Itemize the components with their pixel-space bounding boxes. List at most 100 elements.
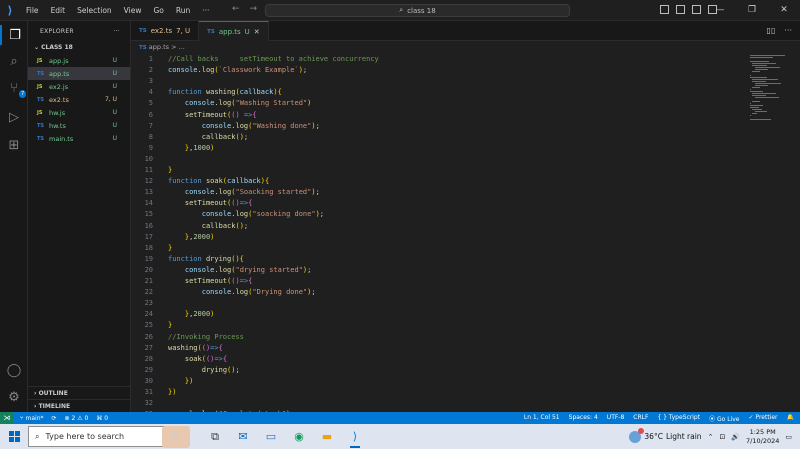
speaker-icon[interactable]: 🔊 [731, 433, 740, 441]
line-number: 4 [148, 88, 153, 97]
tab-app-ts[interactable]: TS app.ts U ✕ [199, 21, 269, 41]
file-item[interactable]: TS ex2.ts 7, U [28, 93, 130, 106]
menu-go[interactable]: Go [147, 0, 169, 21]
forward-arrow-icon[interactable]: → [250, 4, 258, 14]
clock[interactable]: 1:25 PM 7/10/2024 [746, 428, 779, 446]
prettier-status[interactable]: ✓ Prettier [749, 414, 778, 423]
close-tab-icon[interactable]: ✕ [254, 28, 260, 36]
code-text: console.log("soacking done"); [201, 210, 325, 219]
system-tray: 36°C Light rain ⌃ ⊡ 🔊 1:25 PM 7/10/2024 … [629, 427, 800, 446]
network-icon[interactable]: ⊡ [719, 433, 725, 441]
account-icon[interactable]: ◯ [4, 360, 24, 380]
extensions-icon[interactable]: ⊞ [4, 135, 24, 155]
minimap-line [754, 97, 780, 98]
code-line: 24 },2000) [131, 309, 731, 320]
maximize-button[interactable]: ❐ [736, 0, 768, 21]
weather-widget[interactable]: 36°C Light rain [629, 427, 702, 443]
file-item[interactable]: JS app.js U [28, 54, 130, 67]
minimap-line [752, 113, 757, 114]
line-number: 1 [148, 55, 153, 63]
line-number: 30 [144, 376, 153, 385]
weather-temp: 36°C [644, 432, 663, 441]
menu-run[interactable]: Run [170, 0, 196, 21]
code-text: setTimeout(()=>{ [184, 277, 253, 285]
problems-indicator[interactable]: ⊗ 2 ⚠ 0 [65, 415, 89, 422]
code-text: setTimeout(() =>{ [184, 110, 257, 119]
line-number: 23 [144, 299, 153, 308]
code-line: 11} [131, 165, 731, 176]
file-item[interactable]: JS hw.js U [28, 106, 130, 119]
cursor-position[interactable]: Ln 1, Col 51 [524, 414, 560, 423]
task-view-icon[interactable]: ⧉ [204, 426, 226, 448]
menu-more[interactable]: ··· [196, 0, 215, 21]
file-explorer-icon[interactable]: ▬ [316, 426, 338, 448]
search-highlight-avatar[interactable]: ☺ [162, 425, 190, 448]
code-text: }) [168, 388, 177, 396]
toggle-panel-icon[interactable] [676, 5, 685, 14]
explorer-icon[interactable]: ❐ [0, 25, 28, 45]
menu-selection[interactable]: Selection [71, 0, 118, 21]
code-line: 1 //Call backs setTimeout to achieve conc… [131, 54, 731, 65]
tab-ex2-ts[interactable]: TS ex2.ts 7, U [131, 21, 200, 41]
edge-browser-icon[interactable]: ◉ [288, 426, 310, 448]
code-editor[interactable]: 1 //Call backs setTimeout to achieve conc… [131, 54, 751, 418]
menu-bar: File Edit Selection View Go Run ··· [20, 0, 215, 21]
git-status: U [112, 70, 117, 77]
laptop-app-icon[interactable]: ▭ [260, 426, 282, 448]
outline-section[interactable]: › OUTLINE [28, 386, 131, 399]
toggle-secondary-sidebar-icon[interactable] [692, 5, 701, 14]
ports-indicator[interactable]: ⌘ 0 [96, 415, 108, 422]
status-bar: ⋊ ⑂ main* ⟳ ⊗ 2 ⚠ 0 ⌘ 0 Ln 1, Col 51 Spa… [0, 412, 800, 424]
code-text: //Invoking Process [168, 332, 244, 341]
weather-desc: Light rain [665, 432, 702, 441]
back-arrow-icon[interactable]: ← [232, 4, 240, 14]
settings-gear-icon[interactable]: ⚙ [4, 387, 24, 407]
encoding[interactable]: UTF-8 [607, 414, 625, 423]
notifications-bell-icon[interactable]: 🔔 [787, 414, 794, 423]
remote-indicator-icon[interactable]: ⋊ [0, 412, 14, 424]
breadcrumb-file[interactable]: app.ts [149, 43, 169, 51]
minimap[interactable] [750, 54, 792, 120]
minimap-line [750, 61, 769, 62]
menu-view[interactable]: View [118, 0, 148, 21]
close-button[interactable]: ✕ [768, 0, 800, 21]
code-line: 20 console.log("drying started"); [131, 265, 731, 276]
go-live-button[interactable]: ⦿ Go Live [709, 414, 739, 423]
language-mode[interactable]: { } TypeScript [657, 414, 700, 423]
vscode-taskbar-icon[interactable]: ⟩ [344, 426, 366, 448]
branch-indicator[interactable]: ⑂ main* [20, 415, 44, 422]
code-text: washing(()=>{ [168, 343, 223, 352]
code-line: 29 drying(); [131, 365, 731, 376]
run-debug-icon[interactable]: ▷ [4, 107, 24, 127]
file-item[interactable]: TS main.ts U [28, 132, 130, 145]
indentation[interactable]: Spaces: 4 [569, 414, 598, 423]
search-activity-icon[interactable]: ⌕ [4, 51, 24, 71]
javascript-file-icon: JS [37, 57, 43, 64]
start-button[interactable] [0, 424, 28, 449]
minimap-line [752, 93, 777, 94]
folder-class-18[interactable]: ⌄ CLASS 18 [28, 41, 130, 54]
explorer-more-icon[interactable]: ··· [113, 28, 120, 35]
file-item[interactable]: TS hw.ts U [28, 119, 130, 132]
sync-icon[interactable]: ⟳ [52, 415, 57, 422]
minimap-line [750, 91, 763, 92]
line-number: 8 [148, 132, 153, 141]
file-item[interactable]: JS ex2.js U [28, 80, 130, 93]
file-item[interactable]: TS app.ts U [28, 67, 130, 80]
code-line: 28 soak(()=>{ [131, 354, 731, 365]
menu-edit[interactable]: Edit [45, 0, 72, 21]
line-ending[interactable]: CRLF [633, 414, 648, 423]
command-center-search[interactable]: ⌕ class 18 [265, 4, 570, 17]
show-hidden-icons-chevron-icon[interactable]: ⌃ [708, 433, 714, 441]
timeline-section[interactable]: › TIMELINE [28, 399, 131, 412]
more-actions-icon[interactable]: ··· [784, 26, 792, 35]
menu-file[interactable]: File [20, 0, 45, 21]
line-number: 20 [144, 265, 153, 274]
toggle-sidebar-icon[interactable] [660, 5, 669, 14]
minimize-button[interactable]: — [704, 0, 736, 21]
mail-icon[interactable]: ✉ [232, 426, 254, 448]
notification-center-icon[interactable]: ▭ [785, 433, 792, 441]
code-line: 32 [131, 398, 731, 409]
split-editor-icon[interactable]: ▯▯ [767, 26, 776, 35]
source-control-icon[interactable]: ⑂ 7 [4, 78, 27, 98]
